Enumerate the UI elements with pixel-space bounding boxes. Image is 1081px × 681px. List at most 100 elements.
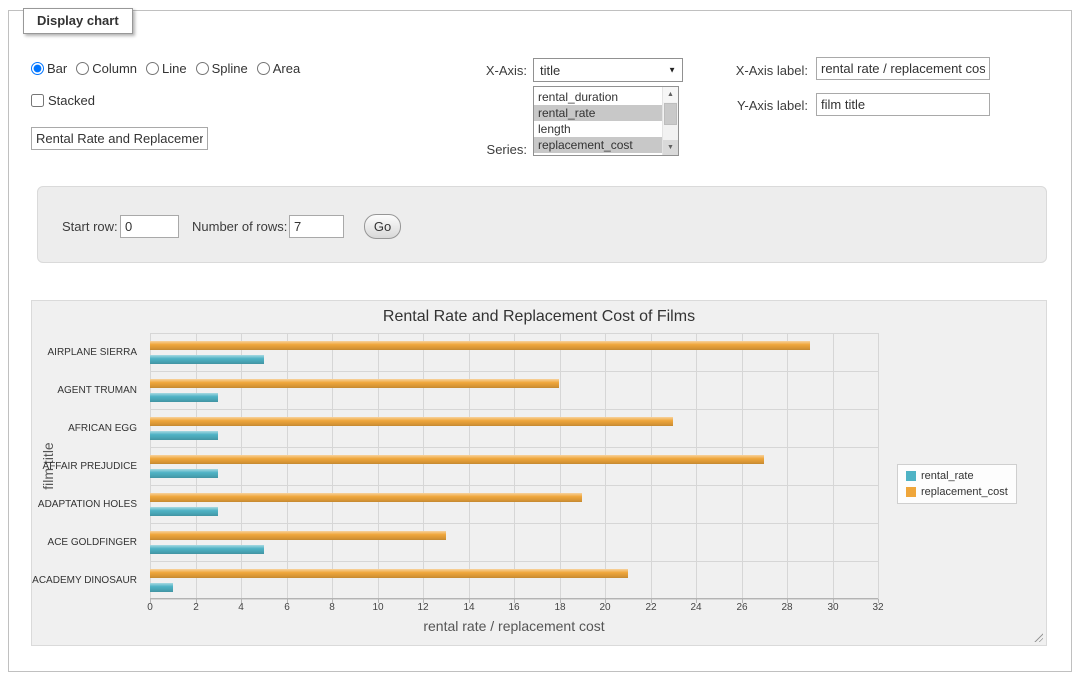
spline-radio-label: Spline <box>212 61 248 76</box>
x-tick-label: 8 <box>329 602 335 613</box>
x-axis-label-field-label: X-Axis label: <box>714 63 808 78</box>
category-label: AFRICAN EGG <box>32 409 144 447</box>
gridline-vertical <box>696 333 697 599</box>
panel-title: Display chart <box>23 8 133 34</box>
bar-rental_rate[interactable] <box>150 545 264 554</box>
gridline-vertical <box>833 333 834 599</box>
x-axis-label-input[interactable] <box>816 57 990 80</box>
series-option-rental-rate[interactable]: rental_rate <box>534 105 662 121</box>
bar-radio[interactable] <box>31 62 44 75</box>
chart-container: Rental Rate and Replacement Cost of Film… <box>31 300 1047 646</box>
chart-legend: rental_rate replacement_cost <box>897 464 1017 504</box>
x-tick-label: 0 <box>147 602 153 613</box>
x-tick-label: 14 <box>463 602 474 613</box>
category-label: AFFAIR PREJUDICE <box>32 447 144 485</box>
gridline-vertical <box>332 333 333 599</box>
line-radio-label: Line <box>162 61 187 76</box>
rows-control-panel: Start row: Number of rows: Go <box>37 186 1047 263</box>
radio-option-area[interactable]: Area <box>257 61 300 76</box>
x-axis-select[interactable]: title ▼ <box>533 58 683 82</box>
area-radio-label: Area <box>273 61 300 76</box>
display-chart-panel: Display chart Bar Column Line Spline Are… <box>8 10 1072 672</box>
legend-item-replacement_cost[interactable]: replacement_cost <box>906 486 1008 498</box>
start-row-label: Start row: <box>62 219 118 234</box>
bar-rental_rate[interactable] <box>150 507 218 516</box>
category-label: AIRPLANE SIERRA <box>32 333 144 371</box>
category-label: ADAPTATION HOLES <box>32 485 144 523</box>
y-axis-label-input[interactable] <box>816 93 990 116</box>
series-option-rental-duration[interactable]: rental_duration <box>534 89 662 105</box>
x-tick-label: 30 <box>827 602 838 613</box>
scroll-down-icon[interactable]: ▼ <box>663 140 678 155</box>
gridline-vertical <box>878 333 879 599</box>
column-radio[interactable] <box>76 62 89 75</box>
series-option-replacement-cost[interactable]: replacement_cost <box>534 137 662 153</box>
chart-type-radio-group: Bar Column Line Spline Area <box>31 61 300 76</box>
radio-option-line[interactable]: Line <box>146 61 187 76</box>
scroll-up-icon[interactable]: ▲ <box>663 87 678 102</box>
radio-option-column[interactable]: Column <box>76 61 137 76</box>
gridline-vertical <box>560 333 561 599</box>
gridline-vertical <box>651 333 652 599</box>
chart-title-input[interactable] <box>31 127 208 150</box>
y-axis-label-field-label: Y-Axis label: <box>714 98 808 113</box>
x-tick-label: 12 <box>417 602 428 613</box>
chevron-down-icon: ▼ <box>668 66 676 75</box>
chart-title: Rental Rate and Replacement Cost of Film… <box>32 308 1046 326</box>
legend-label: replacement_cost <box>921 486 1008 498</box>
stacked-checkbox[interactable] <box>31 94 44 107</box>
stacked-checkbox-row[interactable]: Stacked <box>31 93 95 108</box>
x-tick-label: 24 <box>690 602 701 613</box>
x-tick-label: 20 <box>599 602 610 613</box>
gridline-vertical <box>423 333 424 599</box>
gridline-vertical <box>742 333 743 599</box>
x-axis-select-label: X-Axis: <box>429 63 527 78</box>
bar-rental_rate[interactable] <box>150 431 218 440</box>
gridline-vertical <box>469 333 470 599</box>
bar-replacement_cost[interactable] <box>150 531 446 540</box>
bar-replacement_cost[interactable] <box>150 417 673 426</box>
gridline-vertical <box>241 333 242 599</box>
gridline-vertical <box>514 333 515 599</box>
category-label: AGENT TRUMAN <box>32 371 144 409</box>
gridline-vertical <box>287 333 288 599</box>
series-option-list: rental_duration rental_rate length repla… <box>534 89 662 155</box>
x-tick-label: 26 <box>736 602 747 613</box>
x-tick-label: 32 <box>872 602 883 613</box>
bar-replacement_cost[interactable] <box>150 379 559 388</box>
bar-replacement_cost[interactable] <box>150 493 582 502</box>
x-tick-label: 28 <box>781 602 792 613</box>
x-tick-label: 2 <box>193 602 199 613</box>
area-radio[interactable] <box>257 62 270 75</box>
resize-handle-icon[interactable] <box>1033 632 1043 642</box>
line-radio[interactable] <box>146 62 159 75</box>
gridline-vertical <box>787 333 788 599</box>
bar-rental_rate[interactable] <box>150 355 264 364</box>
bar-rental_rate[interactable] <box>150 393 218 402</box>
x-axis-line <box>150 598 878 599</box>
series-select-label: Series: <box>429 142 527 157</box>
bar-rental_rate[interactable] <box>150 583 173 592</box>
legend-label: rental_rate <box>921 470 974 482</box>
x-axis-selected-value: title <box>540 63 560 78</box>
number-of-rows-input[interactable] <box>289 215 344 238</box>
series-multiselect[interactable]: rental_duration rental_rate length repla… <box>533 86 679 156</box>
bar-replacement_cost[interactable] <box>150 341 810 350</box>
bar-replacement_cost[interactable] <box>150 455 764 464</box>
radio-option-spline[interactable]: Spline <box>196 61 248 76</box>
x-tick-label: 10 <box>372 602 383 613</box>
bar-radio-label: Bar <box>47 61 67 76</box>
start-row-input[interactable] <box>120 215 179 238</box>
legend-swatch <box>906 471 916 481</box>
bar-replacement_cost[interactable] <box>150 569 628 578</box>
go-button[interactable]: Go <box>364 214 401 239</box>
legend-item-rental_rate[interactable]: rental_rate <box>906 470 1008 482</box>
spline-radio[interactable] <box>196 62 209 75</box>
x-tick-label: 16 <box>508 602 519 613</box>
scrollbar[interactable]: ▲ ▼ <box>662 87 678 155</box>
bar-rental_rate[interactable] <box>150 469 218 478</box>
series-option-length[interactable]: length <box>534 121 662 137</box>
scrollbar-thumb[interactable] <box>664 103 677 125</box>
gridline-vertical <box>605 333 606 599</box>
radio-option-bar[interactable]: Bar <box>31 61 67 76</box>
